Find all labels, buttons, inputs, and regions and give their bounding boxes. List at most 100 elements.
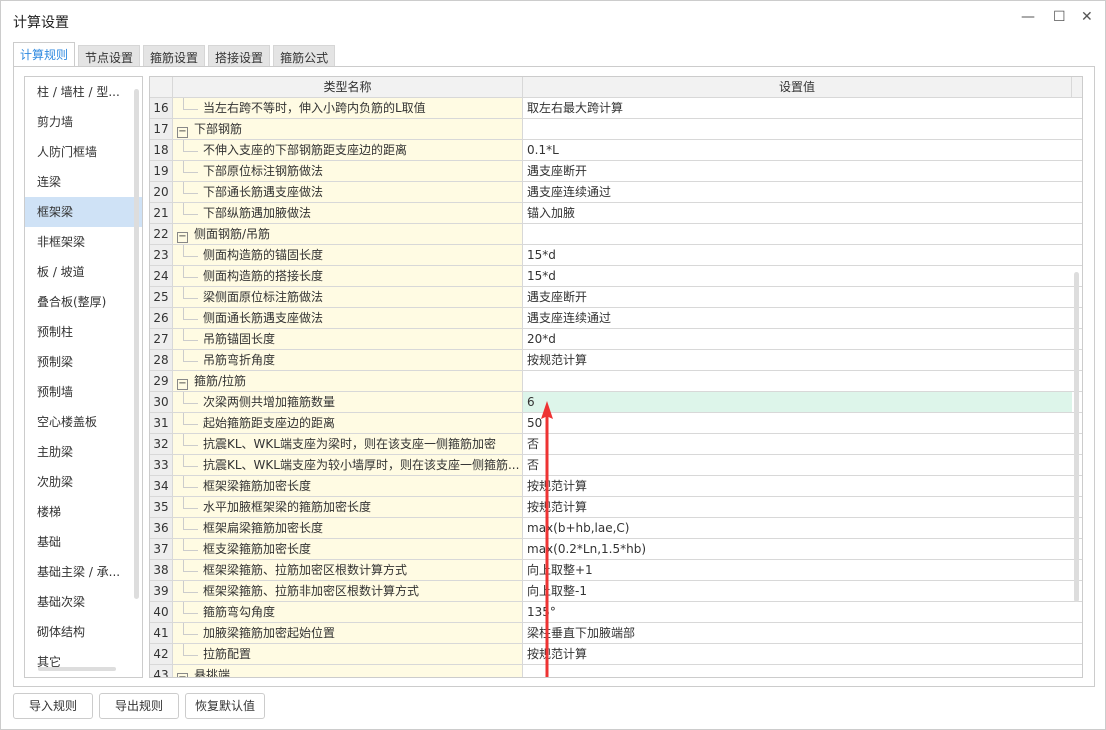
row-value[interactable]: 按规范计算	[523, 497, 1072, 517]
row-value[interactable]: 20*d	[523, 329, 1072, 349]
row-value[interactable]: 135°	[523, 602, 1072, 622]
restore-defaults-button[interactable]: 恢复默认值	[185, 693, 265, 719]
tab-2[interactable]: 箍筋设置	[143, 45, 206, 67]
table-row[interactable]: 43− 悬挑端	[150, 665, 1082, 677]
table-row[interactable]: 42 拉筋配置 按规范计算	[150, 644, 1082, 665]
table-row[interactable]: 40 箍筋弯勾角度 135°	[150, 602, 1082, 623]
export-rules-button[interactable]: 导出规则	[99, 693, 179, 719]
table-row[interactable]: 16 当左右跨不等时，伸入小跨内负筋的L取值 取左右最大跨计算	[150, 98, 1082, 119]
row-name: 侧面构造筋的锚固长度	[173, 245, 523, 265]
minimize-icon[interactable]: —	[1021, 9, 1035, 25]
table-row[interactable]: 34 框架梁箍筋加密长度 按规范计算	[150, 476, 1082, 497]
sidebar-item[interactable]: 板 / 坡道	[25, 257, 142, 287]
row-value[interactable]: 按规范计算	[523, 476, 1072, 496]
sidebar-item[interactable]: 楼梯	[25, 497, 142, 527]
table-row[interactable]: 28 吊筋弯折角度 按规范计算	[150, 350, 1082, 371]
table-row[interactable]: 20 下部通长筋遇支座做法 遇支座连续通过	[150, 182, 1082, 203]
row-value[interactable]: max(b+hb,lae,C)	[523, 518, 1072, 538]
row-value[interactable]: 50	[523, 413, 1072, 433]
row-value[interactable]: 遇支座断开	[523, 161, 1072, 181]
table-row[interactable]: 33 抗震KL、WKL端支座为较小墙厚时，则在该支座一侧箍筋... 否	[150, 455, 1082, 476]
close-icon[interactable]: ✕	[1081, 9, 1093, 25]
row-value[interactable]	[523, 665, 1072, 677]
table-row[interactable]: 36 框架扁梁箍筋加密长度 max(b+hb,lae,C)	[150, 518, 1082, 539]
sidebar-item[interactable]: 次肋梁	[25, 467, 142, 497]
row-value[interactable]: 锚入加腋	[523, 203, 1072, 223]
collapse-icon[interactable]: −	[177, 379, 188, 390]
collapse-icon[interactable]: −	[177, 673, 188, 677]
table-row[interactable]: 26 侧面通长筋遇支座做法 遇支座连续通过	[150, 308, 1082, 329]
row-value[interactable]: 否	[523, 434, 1072, 454]
header-name: 类型名称	[173, 77, 523, 97]
sidebar-item[interactable]: 基础	[25, 527, 142, 557]
table-row[interactable]: 18 不伸入支座的下部钢筋距支座边的距离 0.1*L	[150, 140, 1082, 161]
table-row[interactable]: 38 框架梁箍筋、拉筋加密区根数计算方式 向上取整+1	[150, 560, 1082, 581]
row-value[interactable]: 向上取整-1	[523, 581, 1072, 601]
row-name: 抗震KL、WKL端支座为较小墙厚时，则在该支座一侧箍筋...	[173, 455, 523, 475]
sidebar-item[interactable]: 非框架梁	[25, 227, 142, 257]
table-row[interactable]: 29− 箍筋/拉筋	[150, 371, 1082, 392]
sidebar-item[interactable]: 剪力墙	[25, 107, 142, 137]
table-row[interactable]: 39 框架梁箍筋、拉筋非加密区根数计算方式 向上取整-1	[150, 581, 1082, 602]
table-row[interactable]: 19 下部原位标注钢筋做法 遇支座断开	[150, 161, 1082, 182]
table-row[interactable]: 21 下部纵筋遇加腋做法 锚入加腋	[150, 203, 1082, 224]
sidebar-item[interactable]: 基础主梁 / 承...	[25, 557, 142, 587]
row-value[interactable]: 否	[523, 455, 1072, 475]
row-name: 吊筋锚固长度	[173, 329, 523, 349]
row-value[interactable]: max(0.2*Ln,1.5*hb)	[523, 539, 1072, 559]
table-row[interactable]: 24 侧面构造筋的搭接长度 15*d	[150, 266, 1082, 287]
table-row[interactable]: 25 梁侧面原位标注筋做法 遇支座断开	[150, 287, 1082, 308]
sidebar-item[interactable]: 预制墙	[25, 377, 142, 407]
row-index: 28	[150, 350, 173, 370]
sidebar-item[interactable]: 框架梁	[25, 197, 142, 227]
table-row[interactable]: 32 抗震KL、WKL端支座为梁时，则在该支座一侧箍筋加密 否	[150, 434, 1082, 455]
table-row[interactable]: 23 侧面构造筋的锚固长度 15*d	[150, 245, 1082, 266]
table-row[interactable]: 22− 侧面钢筋/吊筋	[150, 224, 1082, 245]
table-row[interactable]: 35 水平加腋框架梁的箍筋加密长度 按规范计算	[150, 497, 1082, 518]
collapse-icon[interactable]: −	[177, 232, 188, 243]
row-value[interactable]: 按规范计算	[523, 644, 1072, 664]
sidebar-hscrollbar[interactable]	[38, 667, 116, 671]
row-value[interactable]: 遇支座连续通过	[523, 182, 1072, 202]
import-rules-button[interactable]: 导入规则	[13, 693, 93, 719]
sidebar-scrollbar[interactable]	[134, 89, 139, 599]
sidebar-item[interactable]: 空心楼盖板	[25, 407, 142, 437]
sidebar-item[interactable]: 其它	[25, 647, 142, 677]
sidebar-item[interactable]: 柱 / 墙柱 / 型...	[25, 77, 142, 107]
sidebar-item[interactable]: 连梁	[25, 167, 142, 197]
row-value[interactable]	[523, 119, 1072, 139]
row-value[interactable]: 按规范计算	[523, 350, 1072, 370]
row-value[interactable]: 0.1*L	[523, 140, 1072, 160]
row-value[interactable]: 6	[523, 392, 1072, 412]
row-value[interactable]: 15*d	[523, 266, 1072, 286]
row-value[interactable]: 遇支座连续通过	[523, 308, 1072, 328]
tab-1[interactable]: 节点设置	[78, 45, 141, 67]
table-row[interactable]: 41 加腋梁箍筋加密起始位置 梁柱垂直下加腋端部	[150, 623, 1082, 644]
tab-3[interactable]: 搭接设置	[208, 45, 271, 67]
table-row[interactable]: 37 框支梁箍筋加密长度 max(0.2*Ln,1.5*hb)	[150, 539, 1082, 560]
row-value[interactable]: 取左右最大跨计算	[523, 98, 1072, 118]
tab-4[interactable]: 箍筋公式	[273, 45, 336, 67]
row-value[interactable]: 15*d	[523, 245, 1072, 265]
row-name-text: 框支梁箍筋加密长度	[203, 542, 312, 556]
sidebar-item[interactable]: 预制柱	[25, 317, 142, 347]
sidebar-item[interactable]: 主肋梁	[25, 437, 142, 467]
row-value[interactable]: 向上取整+1	[523, 560, 1072, 580]
row-value[interactable]: 梁柱垂直下加腋端部	[523, 623, 1072, 643]
table-row[interactable]: 31 起始箍筋距支座边的距离 50	[150, 413, 1082, 434]
maximize-icon[interactable]: ☐	[1053, 9, 1066, 25]
sidebar-item[interactable]: 砌体结构	[25, 617, 142, 647]
row-value[interactable]	[523, 371, 1072, 391]
row-value[interactable]	[523, 224, 1072, 244]
sidebar-item[interactable]: 基础次梁	[25, 587, 142, 617]
collapse-icon[interactable]: −	[177, 127, 188, 138]
row-value[interactable]: 遇支座断开	[523, 287, 1072, 307]
table-row[interactable]: 30 次梁两侧共增加箍筋数量 6	[150, 392, 1082, 413]
sidebar-item[interactable]: 人防门框墙	[25, 137, 142, 167]
tab-0[interactable]: 计算规则	[13, 42, 76, 67]
table-scrollbar[interactable]	[1074, 272, 1079, 602]
table-row[interactable]: 27 吊筋锚固长度 20*d	[150, 329, 1082, 350]
sidebar-item[interactable]: 叠合板(整厚)	[25, 287, 142, 317]
sidebar-item[interactable]: 预制梁	[25, 347, 142, 377]
table-row[interactable]: 17− 下部钢筋	[150, 119, 1082, 140]
